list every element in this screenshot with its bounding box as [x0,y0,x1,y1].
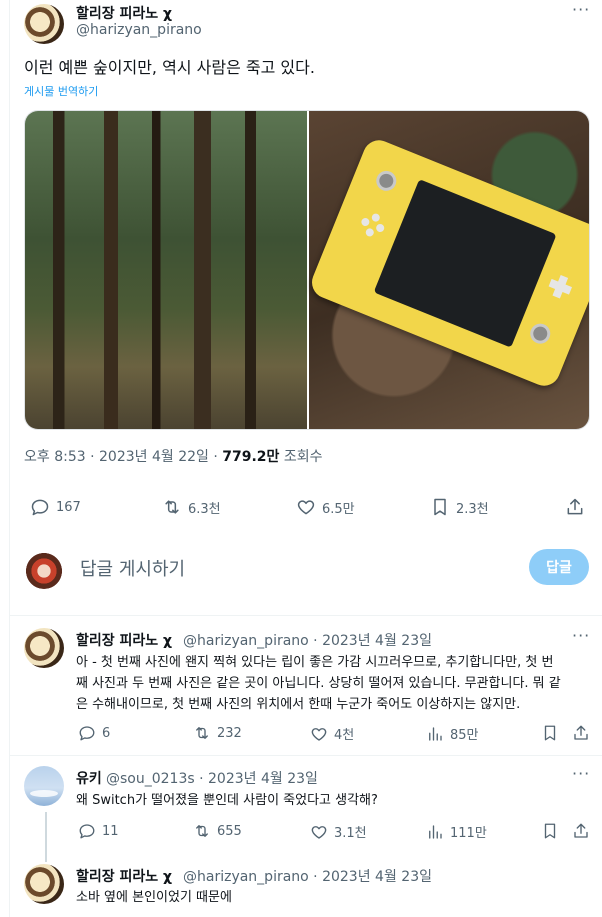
views-count: 779.2만 [222,449,280,465]
switch-console-image [307,135,589,391]
more-icon[interactable]: ··· [572,764,590,783]
bookmark-icon [544,725,556,741]
reply-author-name[interactable]: 유키 [76,768,102,788]
retweet-action[interactable]: 232 [193,724,242,742]
retweet-count: 232 [217,725,242,741]
reply-text-line: 은 수해내이므로, 첫 번째 사진의 위치에서 한때 누군가 죽어도 이상하지는… [76,697,521,712]
like-action[interactable]: 4천 [310,724,354,743]
views-label: 조회수 [279,449,323,465]
author-name[interactable]: 할리장 피라노 χ [76,3,172,23]
tweet-media[interactable] [24,110,590,430]
reply-action[interactable]: 11 [78,822,119,840]
reply-action[interactable]: 6 [78,724,110,742]
tweet-time[interactable]: 오후 8:53 · 2023년 4월 22일 · [24,449,222,465]
share-action[interactable] [572,724,590,742]
thread-connector [45,812,47,862]
views-count: 111만 [450,826,487,841]
reply-submit-button[interactable]: 답글 [529,549,589,585]
reply-text-line: 소바 옆에 본인이었기 때문에 [76,890,232,905]
divider [9,755,602,756]
reply-icon [31,499,49,516]
share-icon [574,823,588,838]
retweet-action[interactable]: 655 [193,822,242,840]
like-count: 3.1천 [334,826,367,841]
retweet-icon [165,500,179,514]
reply-author-name[interactable]: 할리장 피라노 χ [76,630,172,650]
like-action[interactable]: 3.1천 [310,822,367,841]
author-avatar[interactable] [24,4,64,44]
reply-avatar[interactable] [24,766,64,806]
share-icon [567,498,583,515]
reply-text-line: 왜 Switch가 떨어졌을 뿐인데 사람이 죽었다고 생각해? [76,793,378,808]
reply-text-line: 아 - 첫 번째 사진에 왠지 찍혀 있다는 립이 좋은 가감 시끄러우므로, … [76,655,554,670]
bookmark-icon [544,823,556,839]
retweet-count: 655 [217,823,242,839]
bookmark-action[interactable]: 2.3천 [430,497,489,517]
bookmark-action[interactable] [541,822,559,840]
reply-count: 6 [102,725,111,741]
column-border [9,0,10,917]
switch-photo[interactable] [307,111,589,429]
retweet-icon [196,825,208,837]
reply-input[interactable]: 답글 게시하기 [80,555,185,581]
like-count: 4천 [334,728,355,743]
divider [9,615,602,616]
reply-count: 11 [102,823,119,839]
heart-icon [297,500,315,515]
reply-text-line: 째 사진과 두 번째 사진은 같은 곳이 아닙니다. 상당히 떨어져 있습니다.… [76,676,561,691]
share-action[interactable] [565,497,585,517]
bookmark-count: 2.3천 [456,501,489,517]
more-icon[interactable]: ··· [572,0,590,19]
heart-icon [311,727,327,741]
heart-icon [311,825,327,839]
author-handle[interactable]: @harizyan_pirano [76,22,202,38]
reply-icon [79,726,95,741]
like-count: 6.5만 [322,501,355,517]
views-chart-icon [429,726,442,741]
reply-avatar[interactable] [24,864,64,904]
bookmark-action[interactable] [541,724,559,742]
reply-icon [79,824,95,839]
retweet-icon [196,727,208,739]
views-action[interactable]: 85만 [426,724,479,743]
reply-handle-date[interactable]: @sou_0213s · 2023년 4월 23일 [106,768,318,788]
forest-photo[interactable] [25,111,307,429]
bookmark-icon [434,498,446,516]
views-action[interactable]: 111만 [426,822,487,841]
reply-author-name[interactable]: 할리장 피라노 χ [76,866,172,886]
retweet-action[interactable]: 6.3천 [162,497,221,517]
current-user-avatar [24,549,64,589]
reply-action[interactable]: 167 [30,497,81,517]
share-icon [574,725,588,740]
translate-link[interactable]: 게시물 번역하기 [24,83,98,99]
tweet-text: 이런 예쁜 숲이지만, 역시 사람은 죽고 있다. [24,58,315,77]
tweet-stats: 오후 8:53 · 2023년 4월 22일 · 779.2만 조회수 [24,446,323,466]
views-chart-icon [429,824,442,839]
like-action[interactable]: 6.5만 [296,497,355,517]
retweet-count: 6.3천 [188,501,221,517]
more-icon[interactable]: ··· [572,626,590,645]
share-action[interactable] [572,822,590,840]
reply-count: 167 [56,499,81,515]
views-count: 85만 [450,728,479,743]
reply-handle-date[interactable]: @harizyan_pirano · 2023년 4월 23일 [183,866,432,886]
reply-handle-date[interactable]: @harizyan_pirano · 2023년 4월 23일 [183,630,432,650]
tweet-page: 할리장 피라노 χ @harizyan_pirano ··· 이런 예쁜 숲이지… [0,0,602,917]
reply-avatar[interactable] [24,628,64,668]
